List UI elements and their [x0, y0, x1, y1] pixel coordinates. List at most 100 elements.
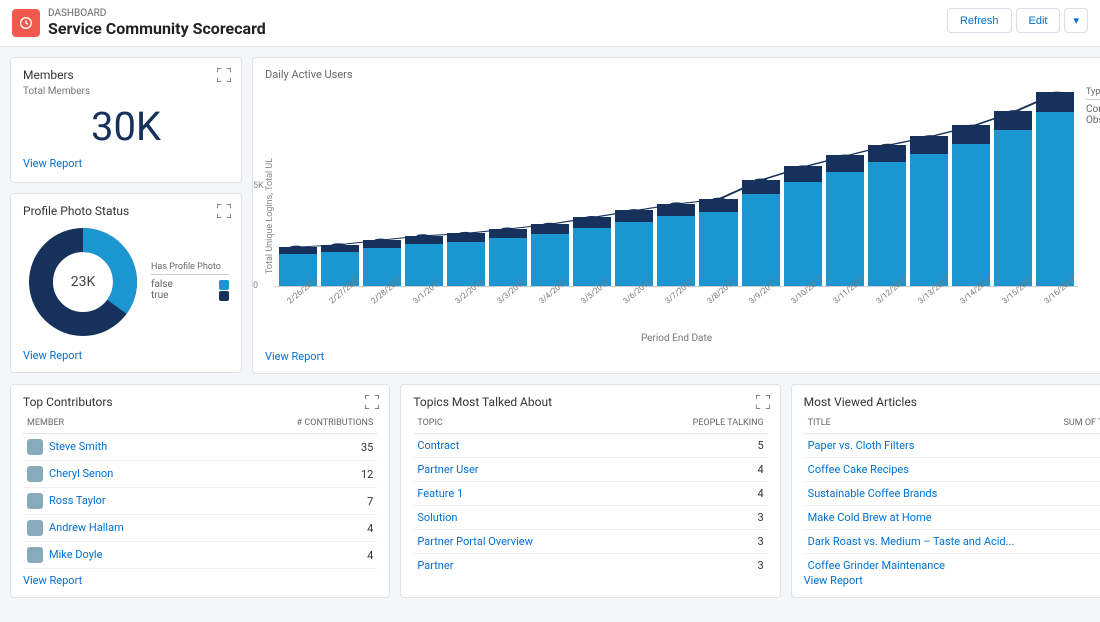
table-row: Feature 14	[413, 482, 767, 506]
row-link[interactable]: Partner Portal Overview	[417, 535, 533, 548]
bar-segment-observer	[363, 240, 401, 248]
bar-segment-observer	[868, 145, 906, 162]
articles-table: TITLE SUM OF TOTAL VIEWS Paper vs. Cloth…	[804, 413, 1100, 573]
caret-down-icon: ▾	[1073, 15, 1079, 27]
members-title: Members	[23, 68, 229, 82]
topics-table: TOPIC PEOPLE TALKING Contract5Partner Us…	[413, 413, 767, 573]
row-link[interactable]: Partner User	[417, 463, 478, 476]
bar-segment-observer	[1036, 92, 1074, 112]
row-link[interactable]: Ross Taylor	[49, 494, 106, 507]
top-contributors-card: Top Contributors MEMBER # CONTRIBUTIONS …	[10, 384, 390, 598]
members-card: Members Total Members 30K View Report	[10, 57, 242, 183]
row-count: 3	[629, 530, 767, 554]
bar-segment-observer	[742, 180, 780, 194]
expand-icon[interactable]	[217, 204, 231, 218]
more-actions-button[interactable]: ▾	[1064, 8, 1088, 33]
row-count: 3	[629, 554, 767, 574]
table-row: Partner 3	[413, 554, 767, 574]
row-count: 4	[629, 458, 767, 482]
expand-icon[interactable]	[756, 395, 770, 409]
bar-segment-observer	[405, 236, 443, 244]
profile-view-report-link[interactable]: View Report	[23, 349, 82, 362]
bar-segment-observer	[826, 155, 864, 172]
table-row: Cheryl Senon 12	[23, 461, 377, 488]
avatar	[27, 520, 43, 536]
table-row: Contract 5	[413, 434, 767, 458]
contributors-title: Top Contributors	[23, 395, 377, 409]
row-link[interactable]: Mike Doyle	[49, 548, 102, 561]
articles-view-report-link[interactable]: View Report	[804, 574, 863, 587]
table-row: Partner User 4	[413, 458, 767, 482]
row-count: 5	[629, 434, 767, 458]
legend-item: false	[151, 279, 229, 290]
row-link[interactable]: Solution	[417, 511, 457, 524]
expand-icon[interactable]	[365, 395, 379, 409]
articles-title: Most Viewed Articles	[804, 395, 1100, 409]
bar-segment-observer	[784, 166, 822, 182]
row-link[interactable]: Steve Smith	[49, 440, 107, 453]
profile-donut-chart: 23K	[23, 222, 143, 342]
bar-column	[952, 125, 990, 286]
bar-segment-observer	[994, 111, 1032, 130]
row-link[interactable]: Dark Roast vs. Medium – Taste and Acid..…	[808, 535, 1015, 548]
row-link[interactable]: Feature 1	[417, 487, 463, 500]
bar-segment-contributor	[910, 154, 948, 286]
table-row: Dark Roast vs. Medium – Taste and Acid..…	[804, 530, 1100, 554]
edit-button[interactable]: Edit	[1016, 8, 1061, 33]
daily-active-users-card: Daily Active Users Total Unique Logins, …	[252, 57, 1100, 374]
articles-card: Most Viewed Articles TITLE SUM OF TOTAL …	[791, 384, 1100, 598]
legend-swatch	[219, 291, 229, 301]
row-count: 14	[1047, 434, 1100, 458]
row-link[interactable]: Paper vs. Cloth Filters	[808, 439, 915, 452]
avatar	[27, 547, 43, 563]
row-count: 12	[222, 461, 377, 488]
row-link[interactable]: Coffee Cake Recipes	[808, 463, 909, 476]
col-article-title: TITLE	[804, 413, 1047, 434]
row-count: 8	[1047, 506, 1100, 530]
row-count: 35	[222, 434, 377, 461]
bar-segment-observer	[910, 136, 948, 154]
members-view-report-link[interactable]: View Report	[23, 157, 82, 170]
row-link[interactable]: Andrew Hallam	[49, 521, 124, 534]
bar-column	[1036, 92, 1074, 286]
row-link[interactable]: Cheryl Senon	[49, 467, 113, 480]
row-count: 8	[1047, 554, 1100, 574]
chart-x-labels: 2/26/20172/27/20172/28/20173/1/20173/2/2…	[275, 287, 1078, 329]
row-link[interactable]: Sustainable Coffee Brands	[808, 487, 938, 500]
row-count: 14	[1047, 458, 1100, 482]
legend-item: Observer	[1086, 115, 1100, 126]
page-title: Service Community Scorecard	[48, 19, 266, 38]
bar-segment-observer	[952, 125, 990, 144]
members-value: 30K	[23, 97, 229, 156]
table-row: Make Cold Brew at Home 8	[804, 506, 1100, 530]
legend-item: true	[151, 290, 229, 301]
row-count: 8	[1047, 530, 1100, 554]
row-count: 10	[1047, 482, 1100, 506]
bar-segment-observer	[573, 217, 611, 228]
table-row: Stephen Colbert4	[23, 569, 377, 574]
bar-segment-observer	[279, 247, 317, 254]
col-contributions: # CONTRIBUTIONS	[222, 413, 377, 434]
row-link[interactable]: Make Cold Brew at Home	[808, 511, 932, 524]
row-link[interactable]: Partner	[417, 559, 453, 572]
refresh-button[interactable]: Refresh	[947, 8, 1012, 33]
dashboard-icon	[12, 9, 40, 37]
bar-segment-observer	[615, 210, 653, 222]
row-count: 3	[629, 506, 767, 530]
table-row: Ross Taylor7	[23, 488, 377, 515]
expand-icon[interactable]	[217, 68, 231, 82]
row-link[interactable]: Contract	[417, 439, 459, 452]
profile-photo-card: Profile Photo Status 23K Has Profile Pho…	[10, 193, 242, 373]
bar-segment-observer	[657, 204, 695, 216]
table-row: Partner Portal Overview 3	[413, 530, 767, 554]
bar-column	[994, 111, 1032, 286]
bar-segment-contributor	[868, 162, 906, 286]
profile-legend-title: Has Profile Photo	[151, 262, 229, 275]
bar-segment-contributor	[952, 144, 990, 286]
contributors-view-report-link[interactable]: View Report	[23, 574, 82, 587]
chart-view-report-link[interactable]: View Report	[265, 350, 324, 363]
row-count: 4	[222, 542, 377, 569]
donut-center-value: 23K	[23, 222, 143, 342]
row-link[interactable]: Coffee Grinder Maintenance	[808, 559, 945, 572]
bar-column	[910, 136, 948, 286]
